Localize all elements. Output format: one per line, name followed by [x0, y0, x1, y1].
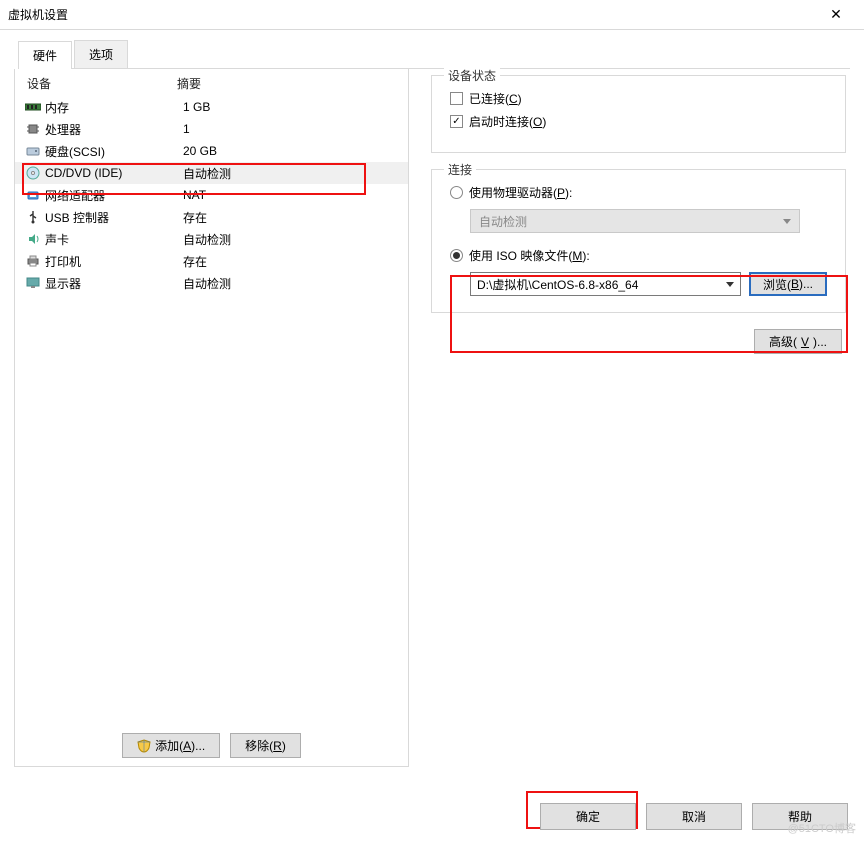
- usb-icon: [23, 210, 43, 224]
- list-item[interactable]: 打印机 存在: [15, 250, 408, 272]
- disk-icon: [23, 145, 43, 157]
- cpu-icon: [23, 122, 43, 136]
- network-icon: [23, 189, 43, 201]
- iso-path-input[interactable]: D:\虚拟机\CentOS-6.8-x86_64: [470, 272, 741, 296]
- list-item[interactable]: 处理器 1: [15, 118, 408, 140]
- remove-button[interactable]: 移除(R): [230, 733, 301, 758]
- list-header: 设备 摘要: [15, 69, 408, 96]
- list-item[interactable]: 声卡 自动检测: [15, 228, 408, 250]
- device-status-group: 设备状态 已连接(C) ✓ 启动时连接(O): [431, 75, 846, 153]
- list-item[interactable]: USB 控制器 存在: [15, 206, 408, 228]
- device-list: 内存 1 GB 处理器 1 硬盘(SCSI) 20 GB CD/DVD (IDE…: [15, 96, 408, 294]
- use-iso-radio[interactable]: [450, 249, 463, 262]
- remove-button-label: 移除(R): [245, 737, 286, 754]
- tab-strip: 硬件 选项: [18, 40, 850, 69]
- connect-on-power-label: 启动时连接(O): [469, 113, 546, 130]
- add-button-label: 添加(A)...: [155, 737, 205, 754]
- advanced-button[interactable]: 高级(V)...: [754, 329, 842, 354]
- ok-button[interactable]: 确定: [540, 803, 636, 830]
- status-legend: 设备状态: [444, 67, 500, 84]
- browse-button[interactable]: 浏览(B)...: [749, 272, 827, 296]
- tab-options[interactable]: 选项: [74, 40, 128, 68]
- header-summary: 摘要: [177, 75, 396, 92]
- connect-on-power-checkbox[interactable]: ✓: [450, 115, 463, 128]
- right-panel: 设备状态 已连接(C) ✓ 启动时连接(O) 连接 使用物理驱动器(P): 自动…: [427, 69, 850, 767]
- monitor-icon: [23, 276, 43, 290]
- close-icon[interactable]: ✕: [816, 6, 856, 23]
- cancel-button[interactable]: 取消: [646, 803, 742, 830]
- list-item[interactable]: CD/DVD (IDE) 自动检测: [15, 162, 408, 184]
- shield-icon: [137, 739, 151, 753]
- use-physical-label: 使用物理驱动器(P):: [469, 184, 572, 201]
- connection-legend: 连接: [444, 161, 476, 178]
- window-title: 虚拟机设置: [8, 6, 816, 23]
- list-item[interactable]: 内存 1 GB: [15, 96, 408, 118]
- tab-hardware[interactable]: 硬件: [18, 41, 72, 69]
- printer-icon: [23, 254, 43, 268]
- help-button[interactable]: 帮助: [752, 803, 848, 830]
- use-physical-radio[interactable]: [450, 186, 463, 199]
- physical-drive-dropdown[interactable]: 自动检测: [470, 209, 800, 233]
- list-item[interactable]: 显示器 自动检测: [15, 272, 408, 294]
- sound-icon: [23, 232, 43, 246]
- connected-checkbox[interactable]: [450, 92, 463, 105]
- connection-group: 连接 使用物理驱动器(P): 自动检测 使用 ISO 映像文件(M): D:\虚…: [431, 169, 846, 313]
- use-iso-label: 使用 ISO 映像文件(M):: [469, 247, 590, 264]
- header-device: 设备: [27, 75, 177, 92]
- title-bar: 虚拟机设置 ✕: [0, 0, 864, 30]
- device-list-panel: 设备 摘要 内存 1 GB 处理器 1 硬盘(SCSI) 20 GB: [14, 69, 409, 767]
- cd-icon: [23, 166, 43, 180]
- list-item[interactable]: 硬盘(SCSI) 20 GB: [15, 140, 408, 162]
- memory-icon: [23, 102, 43, 112]
- list-item[interactable]: 网络适配器 NAT: [15, 184, 408, 206]
- connected-label: 已连接(C): [469, 90, 522, 107]
- dialog-footer: 确定 取消 帮助: [540, 803, 848, 830]
- add-button[interactable]: 添加(A)...: [122, 733, 220, 758]
